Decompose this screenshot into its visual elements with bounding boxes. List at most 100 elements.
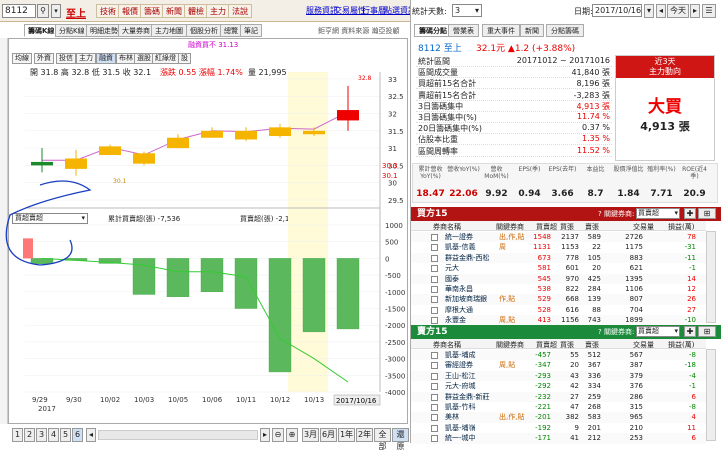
col-head[interactable]: 買張	[560, 340, 574, 350]
sell-list-button[interactable]: ⊞	[698, 326, 716, 337]
row-checkbox[interactable]	[431, 306, 438, 314]
table-row[interactable]: 統一證券 出,作,貼 1548 2137 589 2726 78	[411, 232, 706, 243]
table-row[interactable]: 國泰 545 970 425 1395 14	[411, 273, 706, 284]
range-5[interactable]: 還原	[392, 428, 409, 451]
option-2[interactable]: 投信	[56, 53, 76, 64]
broker-name[interactable]: 永豐金	[445, 315, 466, 325]
row-checkbox[interactable]	[431, 296, 438, 304]
broker-name[interactable]: 群益金鼎-西松	[445, 253, 490, 263]
col-head[interactable]: 關鍵券商	[496, 222, 524, 232]
zoom-in-icon[interactable]: ⊕	[286, 428, 298, 442]
buy-list-button[interactable]: ⊞	[698, 208, 716, 219]
broker-name[interactable]: 凱基-竹科	[445, 402, 476, 412]
zoom-out-icon[interactable]: ⊖	[272, 428, 284, 442]
col-head[interactable]: 買賣超	[536, 340, 557, 350]
tab-branch-chip[interactable]: 分點籌碼	[546, 24, 584, 37]
col-head[interactable]: 損益(萬)	[668, 222, 694, 232]
row-checkbox[interactable]	[431, 275, 438, 283]
option-3[interactable]: 主力	[76, 53, 96, 64]
days-select[interactable]: 3 ▾	[452, 4, 482, 17]
table-row[interactable]: 華南永昌 538 822 284 1106 12	[411, 284, 706, 295]
sell-order-select[interactable]: 買賣超 ▾	[636, 326, 680, 337]
row-checkbox[interactable]	[431, 352, 438, 359]
broker-name[interactable]: 元大-府城	[445, 381, 476, 391]
table-row[interactable]: 凱基-竹科 -221 47 268 315 -8	[411, 402, 706, 413]
page-1[interactable]: 1	[12, 428, 23, 442]
row-checkbox[interactable]	[431, 362, 438, 370]
broker-name[interactable]: 美林	[445, 412, 459, 422]
right-scrollbar[interactable]	[706, 231, 716, 323]
broker-name[interactable]: 審經證券	[445, 360, 473, 370]
table-row[interactable]: 元大-府城 -292 42 334 376 -1	[411, 381, 706, 392]
table-row[interactable]: 美林 出,作,貼 -201 382 583 965 4	[411, 412, 706, 423]
table-row[interactable]: 凱基-埔嶺 -192 9 201 210 11	[411, 422, 706, 434]
option-0[interactable]: 均線	[12, 53, 32, 64]
row-checkbox[interactable]	[431, 265, 438, 273]
tab-news[interactable]: 新聞	[520, 24, 544, 37]
row-checkbox[interactable]	[431, 254, 438, 262]
table-row[interactable]: 審經證券 周,貼 -347 20 367 387 -18	[411, 360, 706, 371]
table-row[interactable]: 群益金鼎-西松 673 778 105 883 -11	[411, 252, 706, 264]
page-5[interactable]: 5	[60, 428, 71, 442]
table-row[interactable]: 元大 581 601 20 621 -1	[411, 263, 706, 274]
page-4[interactable]: 4	[48, 428, 59, 442]
broker-name[interactable]: 新加坡商瑞銀	[445, 294, 487, 304]
date-picker-button[interactable]: ▾	[644, 4, 654, 18]
option-7[interactable]: 紅綠燈	[152, 53, 179, 64]
row-checkbox[interactable]	[431, 317, 438, 325]
tab-revenue[interactable]: 營業表	[448, 24, 479, 37]
table-row[interactable]: 王山-松江 -293 43 336 379 -4	[411, 370, 706, 382]
broker-name[interactable]: 元大	[445, 263, 459, 273]
tab-events[interactable]: 重大事件	[482, 24, 520, 37]
tab-chip-branch[interactable]: 籌碼分點	[414, 24, 452, 37]
row-checkbox[interactable]	[431, 414, 438, 422]
today-button[interactable]: 今天	[667, 4, 689, 18]
page-2[interactable]: 2	[24, 428, 35, 442]
table-row[interactable]: 凱基-信義周 1131 1153 22 1175 -31	[411, 242, 706, 253]
broker-name[interactable]: 國泰	[445, 274, 459, 284]
option-5[interactable]: 布林	[116, 53, 136, 64]
row-checkbox[interactable]	[431, 424, 438, 432]
next-button[interactable]: ▸	[260, 428, 270, 442]
range-3[interactable]: 2年	[356, 428, 373, 442]
col-head[interactable]: 券商名稱	[433, 222, 461, 232]
broker-name[interactable]: 華南永昌	[445, 284, 473, 294]
broker-name[interactable]: 群益金鼎-新莊	[445, 392, 490, 402]
row-checkbox[interactable]	[431, 286, 438, 293]
broker-name[interactable]: 王山-松江	[445, 371, 476, 381]
col-head[interactable]: 賣張	[585, 340, 599, 350]
range-4[interactable]: 全部	[374, 428, 391, 451]
col-head[interactable]: 交易量	[633, 340, 654, 350]
footer-scrollbar[interactable]	[98, 430, 258, 440]
table-row[interactable]: 新加坡商瑞銀 作,貼 529 668 139 807 26	[411, 294, 706, 305]
next-day-button[interactable]: ▸	[690, 4, 700, 18]
option-8[interactable]: 設	[178, 53, 191, 64]
range-2[interactable]: 1年	[338, 428, 355, 442]
table-row[interactable]: 凱基-埔成 -457 55 512 567 -8	[411, 350, 706, 361]
row-checkbox[interactable]	[431, 383, 438, 391]
broker-name[interactable]: 凱基-埔成	[445, 350, 476, 360]
col-head[interactable]: 交易量	[633, 222, 654, 232]
broker-name[interactable]: 凱基-埔嶺	[445, 423, 476, 433]
row-checkbox[interactable]	[431, 404, 438, 411]
page-6[interactable]: 6	[72, 428, 83, 442]
row-checkbox[interactable]	[431, 234, 438, 241]
row-checkbox[interactable]	[431, 244, 438, 252]
col-head[interactable]: 關鍵券商	[496, 340, 524, 350]
col-head[interactable]: 買張	[560, 222, 574, 232]
menu-button[interactable]: ☰	[702, 4, 716, 18]
sell-expand-button[interactable]: ✚	[684, 326, 696, 337]
table-row[interactable]: 摩根大通 528 616 88 704 27	[411, 304, 706, 316]
row-checkbox[interactable]	[431, 435, 438, 443]
right-scrollbar-2[interactable]	[706, 349, 716, 441]
option-4[interactable]: 融資	[96, 53, 116, 64]
prev-day-button[interactable]: ◂	[656, 4, 666, 18]
table-row[interactable]: 群益金鼎-新莊 -232 27 259 286 6	[411, 391, 706, 402]
col-head[interactable]: 券商名稱	[433, 340, 461, 350]
option-1[interactable]: 外資	[34, 53, 54, 64]
option-6[interactable]: 選股	[134, 53, 154, 64]
date-input[interactable]: 2017/10/16	[592, 4, 642, 17]
broker-name[interactable]: 統一-城中	[445, 433, 476, 443]
broker-name[interactable]: 凱基-信義	[445, 242, 476, 252]
table-row[interactable]: 統一-城中 -171 41 212 253 6	[411, 433, 706, 444]
